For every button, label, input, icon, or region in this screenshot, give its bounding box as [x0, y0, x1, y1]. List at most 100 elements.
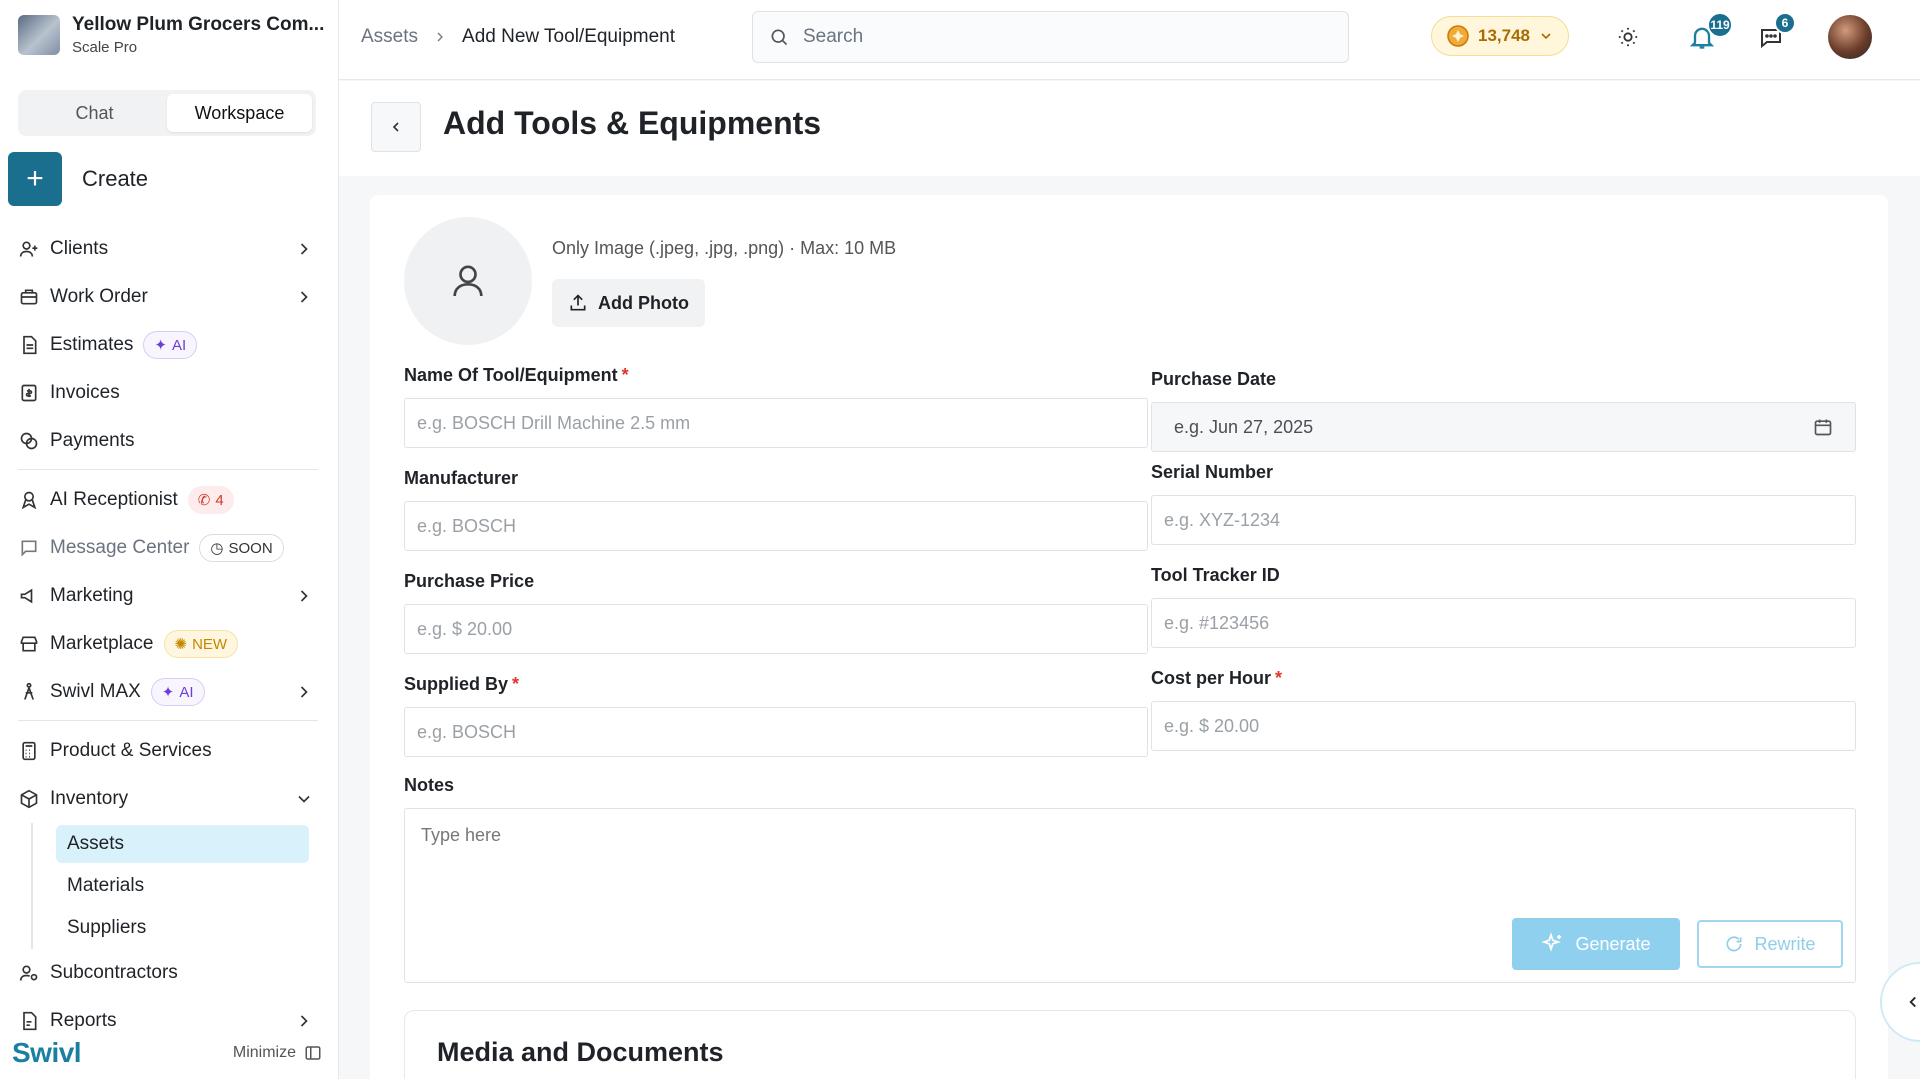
- required-marker: *: [512, 674, 520, 694]
- calendar-icon[interactable]: [1813, 417, 1833, 437]
- generate-label: Generate: [1575, 933, 1651, 954]
- main-nav: Clients Work Order Estimates ✦ AI Invoice…: [18, 225, 318, 1045]
- sidebar-item-label: Reports: [50, 1010, 117, 1031]
- supplied-by-input[interactable]: e.g. BOSCH: [404, 707, 1148, 757]
- messages-button[interactable]: 6: [1754, 12, 1796, 54]
- sidebar-item-marketplace[interactable]: Marketplace ✺ NEW: [18, 620, 318, 668]
- notes-field: Notes Type here Generate Rewrite: [404, 775, 1856, 983]
- sidebar-item-label: Message Center: [50, 537, 190, 558]
- photo-placeholder: [404, 217, 532, 345]
- theme-toggle[interactable]: [1611, 20, 1645, 54]
- page-title: Add Tools & Equipments: [443, 105, 822, 141]
- chevron-down-icon: [1541, 33, 1551, 40]
- tab-chat[interactable]: Chat: [22, 94, 167, 132]
- photo-hint: Only Image (.jpeg, .jpg, .png) · Max: 10…: [552, 238, 897, 258]
- serial-number-label: Serial Number: [1151, 462, 1274, 482]
- sidebar-item-product-services[interactable]: Product & Services: [18, 727, 318, 775]
- user-plus-icon: [18, 238, 40, 260]
- sidebar-item-payments[interactable]: Payments: [18, 417, 318, 465]
- purchase-price-input[interactable]: e.g. $ 20.00: [404, 604, 1148, 654]
- sidebar-item-label: Payments: [50, 430, 135, 451]
- name-input[interactable]: e.g. BOSCH Drill Machine 2.5 mm: [404, 398, 1148, 448]
- sidebar-item-subcontractors[interactable]: Subcontractors: [18, 949, 318, 997]
- serial-number-input[interactable]: e.g. XYZ-1234: [1151, 495, 1856, 545]
- sparkle-icon: ✺: [174, 636, 188, 653]
- cost-per-hour-input[interactable]: e.g. $ 20.00: [1151, 701, 1856, 751]
- search-input[interactable]: Search: [752, 11, 1349, 63]
- breadcrumb: Assets Add New Tool/Equipment: [361, 26, 675, 48]
- ai-badge: ✦ AI: [150, 678, 205, 706]
- manufacturer-placeholder: e.g. BOSCH: [417, 515, 517, 536]
- chevron-right-icon: [300, 291, 308, 303]
- add-photo-button[interactable]: Add Photo: [552, 279, 705, 327]
- chevron-down-icon: [298, 795, 310, 803]
- tracker-id-input[interactable]: e.g. #123456: [1151, 598, 1856, 648]
- clock-icon: ◷: [210, 540, 224, 557]
- sidebar-item-label: Marketplace: [50, 633, 154, 654]
- supplied-by-field: Supplied By * e.g. BOSCH: [404, 674, 1148, 757]
- inventory-submenu: Assets Materials Suppliers: [31, 823, 318, 949]
- add-photo-label: Add Photo: [598, 292, 689, 313]
- subitem-label: Materials: [67, 875, 145, 896]
- box-icon: [18, 788, 40, 810]
- sidebar-footer: Swivl Minimize: [12, 1037, 322, 1069]
- notifications-button[interactable]: 119: [1685, 12, 1733, 54]
- tab-workspace[interactable]: Workspace: [167, 94, 312, 132]
- minimize-button[interactable]: Minimize: [233, 1044, 322, 1062]
- credits-dropdown[interactable]: 13,748: [1431, 16, 1569, 56]
- sidebar-item-label: Swivl MAX: [50, 681, 141, 702]
- avatar[interactable]: [1828, 15, 1872, 59]
- page-header: Add Tools & Equipments: [339, 81, 1920, 176]
- cost-per-hour-label: Cost per Hour *: [1151, 668, 1283, 688]
- chevron-right-icon: [300, 243, 308, 255]
- sidebar-subitem-suppliers[interactable]: Suppliers: [33, 907, 318, 949]
- chevron-right-icon: [300, 686, 308, 698]
- minimize-label: Minimize: [232, 1044, 296, 1061]
- chevron-left-icon: [1909, 996, 1916, 1008]
- sidebar-item-label: Invoices: [50, 382, 120, 403]
- chevron-right-icon: [300, 1015, 308, 1027]
- sidebar-item-message-center[interactable]: Message Center ◷ SOON: [18, 524, 318, 572]
- person-walking-icon: [18, 681, 40, 703]
- nav-divider: [18, 469, 318, 470]
- sidebar-item-label: Product & Services: [50, 740, 212, 761]
- name-placeholder: e.g. BOSCH Drill Machine 2.5 mm: [417, 412, 691, 433]
- rewrite-button[interactable]: Rewrite: [1697, 920, 1843, 968]
- purchase-price-placeholder: e.g. $ 20.00: [417, 618, 513, 639]
- purchase-date-input[interactable]: e.g. Jun 27, 2025: [1151, 402, 1856, 452]
- sidebar-item-invoices[interactable]: Invoices: [18, 369, 318, 417]
- generate-button[interactable]: Generate: [1512, 918, 1680, 970]
- notes-textarea[interactable]: Type here Generate Rewrite: [404, 808, 1856, 983]
- credits-value: 13,748: [1478, 26, 1530, 45]
- ai-badge-label: AI: [172, 336, 187, 354]
- upload-icon: [570, 294, 586, 311]
- rewrite-label: Rewrite: [1754, 933, 1816, 954]
- sidebar-item-ai-receptionist[interactable]: AI Receptionist ✆ 4: [18, 476, 318, 524]
- sidebar-item-inventory[interactable]: Inventory: [18, 775, 318, 823]
- subitem-label: Suppliers: [67, 917, 147, 938]
- breadcrumb-assets[interactable]: Assets: [361, 26, 418, 48]
- sidebar-subitem-materials[interactable]: Materials: [33, 865, 318, 907]
- sidebar-item-clients[interactable]: Clients: [18, 225, 318, 273]
- sidebar-toggle-icon: [305, 1046, 321, 1060]
- sidebar-item-marketing[interactable]: Marketing: [18, 572, 318, 620]
- new-badge: ✺ NEW: [163, 630, 239, 658]
- manufacturer-input[interactable]: e.g. BOSCH: [404, 501, 1148, 551]
- required-marker: *: [1275, 668, 1283, 688]
- coins-icon: [18, 430, 40, 452]
- sidebar-item-swivl-max[interactable]: Swivl MAX ✦ AI: [18, 668, 318, 716]
- back-button[interactable]: [371, 102, 421, 152]
- purchase-date-label: Purchase Date: [1151, 369, 1277, 389]
- tracker-id-label: Tool Tracker ID: [1151, 565, 1280, 585]
- purchase-date-placeholder: e.g. Jun 27, 2025: [1174, 416, 1314, 437]
- plus-icon[interactable]: +: [8, 152, 62, 206]
- store-icon: [18, 633, 40, 655]
- manufacturer-label: Manufacturer: [404, 468, 519, 488]
- name-label: Name Of Tool/Equipment *: [404, 365, 629, 385]
- create-action[interactable]: + Create: [8, 152, 148, 206]
- sidebar-subitem-assets[interactable]: Assets: [33, 823, 318, 865]
- org-switcher[interactable]: Yellow Plum Grocers Com... Scale Pro: [18, 14, 324, 56]
- sidebar-item-work-order[interactable]: Work Order: [18, 273, 318, 321]
- user-icon: [453, 265, 483, 297]
- sidebar-item-estimates[interactable]: Estimates ✦ AI: [18, 321, 318, 369]
